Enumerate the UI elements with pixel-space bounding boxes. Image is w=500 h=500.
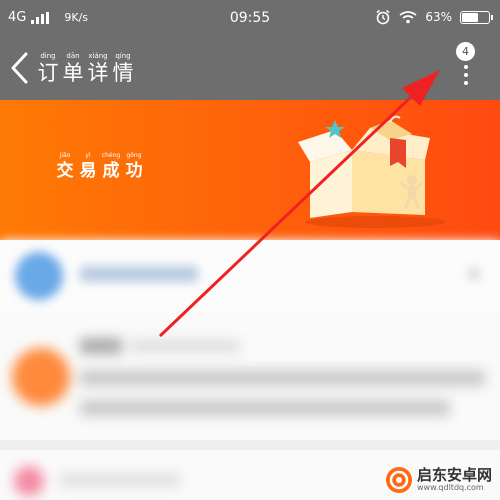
watermark-logo-icon: [385, 467, 412, 493]
status-right: 63%: [375, 9, 493, 25]
battery-fill: [462, 12, 478, 22]
status-pinyin: gōng: [126, 152, 142, 159]
nav-bar: dìng 订 dān 单 xiáng 详 qíng 情 4: [0, 38, 500, 100]
blurred-info-row: [0, 240, 500, 312]
blurred-text: [80, 266, 198, 282]
title-pinyin: xiáng: [88, 52, 108, 60]
blurred-text: [80, 370, 485, 386]
status-bar: 4G 9K/s 09:55 63%: [0, 0, 500, 38]
blurred-text: [80, 338, 122, 354]
title-hanzi: 订: [37, 61, 59, 85]
status-char: chéng 成: [100, 152, 122, 182]
status-pinyin: jiāo: [59, 152, 71, 159]
page-title: dìng 订 dān 单 xiáng 详 qíng 情: [36, 52, 136, 86]
blurred-item-row: [0, 320, 500, 440]
status-hanzi: 易: [79, 161, 97, 181]
watermark: 启东安卓网 www.qdltdq.com: [385, 466, 492, 494]
battery-icon: [460, 10, 493, 24]
blurred-text: [60, 474, 180, 486]
order-status-text: jiāo 交 yì 易 chéng 成 gōng 功: [54, 152, 146, 182]
section-divider: [0, 440, 500, 450]
title-pinyin: qíng: [115, 52, 131, 60]
order-details-content: [0, 240, 500, 500]
title-char: dìng 订: [36, 52, 60, 86]
status-pinyin: yì: [85, 152, 91, 159]
battery-percent: 63%: [425, 10, 452, 24]
title-pinyin: dìng: [40, 52, 56, 60]
status-hanzi: 交: [56, 161, 74, 181]
title-hanzi: 单: [62, 61, 84, 85]
title-char: xiáng 详: [86, 52, 110, 86]
more-dot-icon: [464, 73, 468, 77]
status-char: gōng 功: [123, 152, 145, 182]
alarm-icon: [376, 9, 390, 25]
chevron-right-icon: [468, 268, 480, 280]
status-char: jiāo 交: [54, 152, 76, 182]
title-hanzi: 情: [112, 61, 134, 85]
status-char: yì 易: [77, 152, 99, 182]
blurred-text: [130, 340, 240, 352]
more-menu-button[interactable]: 4: [446, 38, 486, 100]
blurred-text: [80, 400, 450, 416]
avatar: [15, 252, 63, 300]
back-arrow-icon[interactable]: [6, 50, 32, 86]
watermark-name: 启东安卓网: [416, 466, 492, 484]
wifi-icon: [399, 11, 417, 24]
avatar: [12, 348, 70, 406]
status-hanzi: 功: [125, 161, 143, 181]
watermark-url: www.qdltdq.com: [416, 483, 484, 492]
title-char: qíng 情: [111, 52, 135, 86]
status-hanzi: 成: [102, 161, 120, 181]
watermark-text: 启东安卓网 www.qdltdq.com: [417, 467, 492, 493]
avatar: [14, 466, 44, 496]
more-dot-icon: [464, 65, 468, 69]
title-hanzi: 详: [87, 61, 109, 85]
status-pinyin: chéng: [101, 152, 121, 159]
title-char: dān 单: [61, 52, 85, 86]
title-pinyin: dān: [66, 52, 80, 60]
open-box-illustration: [298, 115, 445, 228]
order-status-banner: jiāo 交 yì 易 chéng 成 gōng 功: [0, 100, 500, 240]
notification-badge: 4: [456, 42, 475, 61]
more-dot-icon: [464, 81, 468, 85]
